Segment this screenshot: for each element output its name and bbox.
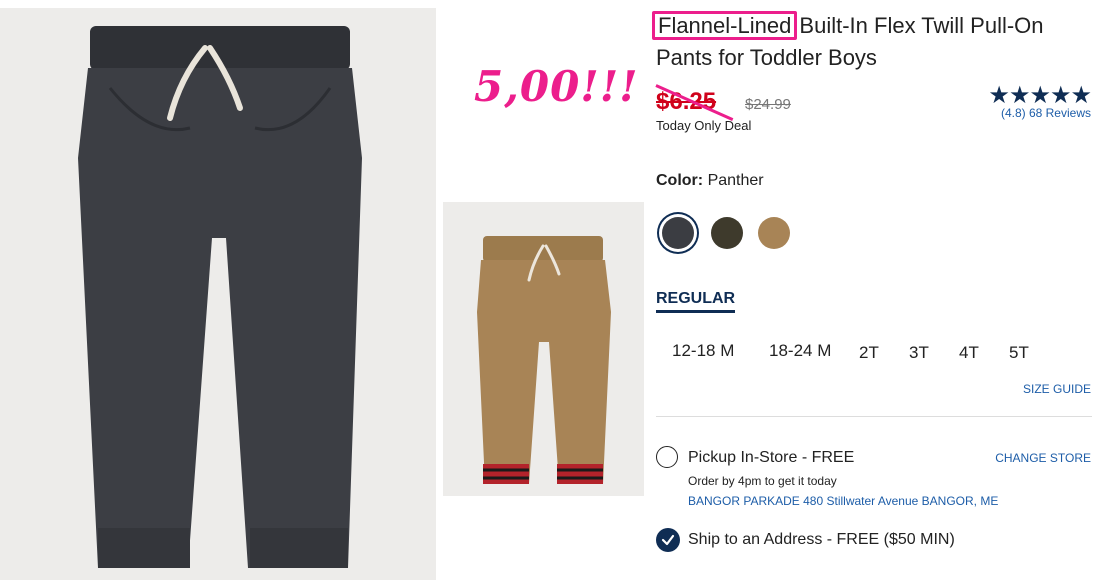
- reviews-link[interactable]: (4.8) 68 Reviews: [1001, 106, 1091, 120]
- title-highlight: Flannel-Lined: [658, 13, 792, 38]
- color-label: Color:: [656, 172, 704, 189]
- color-selector-label: Color: Panther: [656, 172, 764, 190]
- product-thumbnail-image[interactable]: [443, 202, 644, 496]
- store-address-link[interactable]: BANGOR PARKADE 480 Stillwater Avenue BAN…: [688, 494, 998, 508]
- pickup-label[interactable]: Pickup In-Store - FREE: [688, 449, 854, 467]
- size-option[interactable]: 5T: [1009, 343, 1029, 363]
- change-store-link[interactable]: CHANGE STORE: [995, 451, 1091, 465]
- sale-price: $6.25: [656, 88, 717, 115]
- checkmark-icon: [661, 534, 675, 546]
- size-guide-link[interactable]: SIZE GUIDE: [1023, 382, 1091, 396]
- pants-dark-illustration: [78, 26, 362, 568]
- tab-regular[interactable]: REGULAR: [656, 290, 736, 313]
- size-option[interactable]: 2T: [859, 343, 879, 363]
- size-option[interactable]: 3T: [909, 343, 929, 363]
- swatch-olive[interactable]: [711, 217, 743, 249]
- swatch-tan[interactable]: [758, 217, 790, 249]
- size-option[interactable]: 18-24 M: [769, 341, 831, 361]
- ship-label[interactable]: Ship to an Address - FREE ($50 MIN): [688, 531, 955, 549]
- swatch-panther[interactable]: [662, 217, 694, 249]
- section-divider: [656, 416, 1092, 417]
- product-main-image[interactable]: [0, 8, 436, 580]
- order-by-text: Order by 4pm to get it today: [688, 474, 837, 488]
- price-annotation: 5,00!!!: [474, 62, 639, 111]
- star-rating[interactable]: ★★★★★: [988, 84, 1092, 108]
- size-option[interactable]: 4T: [959, 343, 979, 363]
- pants-tan-illustration: [477, 236, 611, 484]
- original-price: $24.99: [745, 96, 791, 113]
- product-title: Flannel-Lined Built-In Flex Twill Pull-O…: [656, 10, 1096, 74]
- pickup-radio[interactable]: [656, 446, 678, 468]
- color-value: Panther: [707, 172, 764, 189]
- ship-checked-radio[interactable]: [656, 528, 680, 552]
- deal-label: Today Only Deal: [656, 118, 752, 133]
- size-option[interactable]: 12-18 M: [672, 341, 734, 361]
